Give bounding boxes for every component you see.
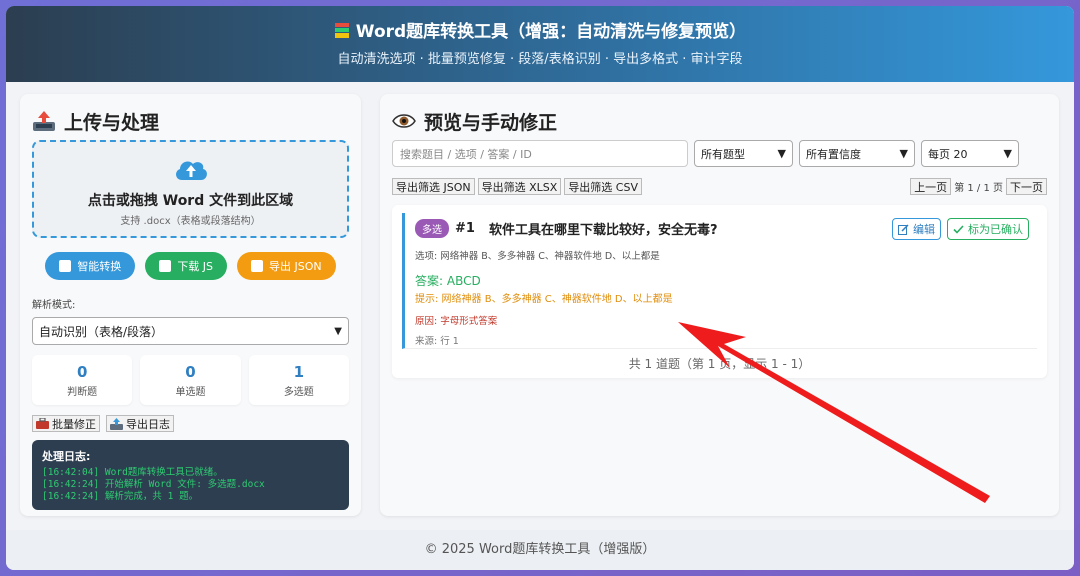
question-item: 多选 #1 软件工具在哪里下载比较好，安全无毒? 编辑 标为已确认 选项: 网络… bbox=[402, 213, 1037, 349]
chevron-down-icon: ▼ bbox=[1003, 147, 1012, 160]
books-icon bbox=[334, 23, 349, 38]
log-line: [16:42:04] Word题库转换工具已就绪。 bbox=[42, 467, 223, 478]
export-json-button[interactable]: 导出 JSON bbox=[237, 252, 336, 280]
question-type-badge: 多选 bbox=[415, 219, 449, 238]
question-options: 选项: 网络神器 B、多多神器 C、神器软件地 D、以上都是 bbox=[415, 251, 660, 262]
question-list: 多选 #1 软件工具在哪里下载比较好，安全无毒? 编辑 标为已确认 选项: 网络… bbox=[392, 205, 1047, 378]
dropzone-hint: 支持 .docx（表格或段落结构） bbox=[120, 216, 261, 227]
toolbox-icon bbox=[36, 418, 49, 429]
question-source: 来源: 行 1 bbox=[415, 336, 459, 347]
pager: 上一页 第 1 / 1 页 下一页 bbox=[910, 178, 1047, 195]
app-title: Word题库转换工具（增强：自动清洗与修复预览） bbox=[6, 20, 1074, 44]
preview-panel: 预览与手动修正 搜索题目 / 选项 / 答案 / ID 所有题型 ▼ 所有置信度 ▼… bbox=[380, 94, 1059, 516]
mark-confirmed-label: 标为已确认 bbox=[968, 223, 1023, 236]
batch-fix-button[interactable]: 批量修正 bbox=[32, 415, 100, 432]
question-reason: 原因: 字母形式答案 bbox=[415, 316, 498, 327]
search-input[interactable]: 搜索题目 / 选项 / 答案 / ID bbox=[392, 140, 688, 167]
smart-convert-button[interactable]: 智能转换 bbox=[45, 252, 136, 280]
next-page-button[interactable]: 下一页 bbox=[1006, 178, 1047, 195]
export-xlsx-filtered-button[interactable]: 导出筛选 XLSX bbox=[477, 178, 562, 195]
stat-value: 0 bbox=[185, 363, 196, 381]
upload-panel-title: 上传与处理 bbox=[32, 106, 349, 136]
confidence-filter-value: 所有置信度 bbox=[806, 147, 861, 161]
type-filter-value: 所有题型 bbox=[701, 147, 745, 161]
app-title-text: Word题库转换工具（增强：自动清洗与修复预览） bbox=[355, 22, 747, 42]
stat-label: 多选题 bbox=[283, 387, 314, 398]
stats-row: 0 判断题 0 单选题 1 多选题 bbox=[32, 355, 349, 405]
question-total: 共 1 道题（第 1 页，显示 1 - 1） bbox=[628, 357, 811, 371]
chevron-down-icon: ▼ bbox=[777, 147, 786, 160]
app-subtitle: 自动清洗选项 · 批量预览修复 · 段落/表格识别 · 导出多格式 · 审计字段 bbox=[337, 52, 743, 67]
parse-mode-select[interactable]: 自动识别（表格/段落） ▼ bbox=[32, 317, 349, 345]
upload-panel: 上传与处理 点击或拖拽 Word 文件到此区域 支持 .docx（表格或段落结构… bbox=[20, 94, 361, 516]
preview-panel-title: 预览与手动修正 bbox=[392, 106, 1047, 136]
page-info: 第 1 / 1 页 bbox=[954, 183, 1003, 194]
per-page-value: 每页 20 bbox=[928, 147, 968, 161]
preview-title-text: 预览与手动修正 bbox=[424, 111, 558, 134]
process-log: 处理日志: [16:42:04] Word题库转换工具已就绪。 [16:42:2… bbox=[32, 440, 349, 510]
export-json-filtered-button[interactable]: 导出筛选 JSON bbox=[392, 178, 475, 195]
prev-page-button[interactable]: 上一页 bbox=[910, 178, 952, 195]
refresh-icon bbox=[59, 260, 72, 272]
save-icon bbox=[159, 260, 172, 272]
per-page-select[interactable]: 每页 20 ▼ bbox=[921, 140, 1019, 167]
footer: © 2025 Word题库转换工具（增强版） bbox=[6, 530, 1074, 570]
question-answer: 答案: ABCD bbox=[415, 274, 481, 288]
check-icon bbox=[953, 224, 964, 234]
question-tip: 提示: 网络神器 B、多多神器 C、神器软件地 D、以上都是 bbox=[415, 294, 673, 305]
app-header: Word题库转换工具（增强：自动清洗与修复预览） 自动清洗选项 · 批量预览修复… bbox=[6, 6, 1074, 82]
tool-buttons: 批量修正 导出日志 bbox=[32, 415, 349, 432]
action-buttons: 智能转换 下载 JS 导出 JSON bbox=[32, 252, 349, 280]
edit-button[interactable]: 编辑 bbox=[892, 218, 941, 240]
question-actions: 编辑 标为已确认 bbox=[892, 218, 1029, 240]
filter-toolbar: 搜索题目 / 选项 / 答案 / ID 所有题型 ▼ 所有置信度 ▼ 每页 20 ▼ bbox=[392, 140, 1047, 167]
download-js-label: 下载 JS bbox=[177, 260, 214, 273]
stat-label: 判断题 bbox=[67, 387, 98, 398]
eye-icon bbox=[392, 114, 416, 128]
batch-fix-label: 批量修正 bbox=[52, 417, 96, 431]
stat-value: 0 bbox=[76, 363, 88, 381]
export-json-label: 导出 JSON bbox=[269, 260, 322, 273]
stat-single-choice: 0 单选题 bbox=[140, 355, 241, 405]
app-frame: Word题库转换工具（增强：自动清洗与修复预览） 自动清洗选项 · 批量预览修复… bbox=[6, 6, 1074, 570]
log-title: 处理日志: bbox=[42, 450, 91, 463]
edit-icon bbox=[898, 223, 909, 235]
parse-mode-label: 解析模式: bbox=[32, 300, 76, 311]
type-filter-select[interactable]: 所有题型 ▼ bbox=[694, 140, 793, 167]
download-js-button[interactable]: 下载 JS bbox=[145, 252, 228, 280]
parse-mode-value: 自动识别（表格/段落） bbox=[39, 324, 164, 339]
export-buttons: 导出筛选 JSON 导出筛选 XLSX 导出筛选 CSV bbox=[392, 178, 642, 195]
upload-title-text: 上传与处理 bbox=[64, 111, 160, 134]
export-log-button[interactable]: 导出日志 bbox=[106, 415, 174, 432]
export-csv-filtered-button[interactable]: 导出筛选 CSV bbox=[564, 178, 642, 195]
question-number: #1 bbox=[455, 221, 475, 236]
export-pager-row: 导出筛选 JSON 导出筛选 XLSX 导出筛选 CSV 上一页 第 1 / 1… bbox=[392, 178, 1047, 195]
stat-multi-choice: 1 多选题 bbox=[248, 355, 349, 405]
upload-tray-icon bbox=[33, 111, 55, 131]
document-icon bbox=[251, 260, 264, 272]
chevron-down-icon: ▼ bbox=[899, 147, 908, 160]
smart-convert-label: 智能转换 bbox=[77, 260, 122, 273]
cloud-upload-icon bbox=[175, 161, 207, 180]
stat-true-false: 0 判断题 bbox=[32, 355, 133, 405]
chevron-down-icon: ▼ bbox=[334, 325, 342, 337]
file-dropzone[interactable]: 点击或拖拽 Word 文件到此区域 支持 .docx（表格或段落结构） bbox=[32, 140, 349, 238]
log-line: [16:42:24] 开始解析 Word 文件: 多选题.docx bbox=[42, 479, 265, 490]
stat-label: 单选题 bbox=[175, 387, 206, 398]
export-log-label: 导出日志 bbox=[126, 417, 170, 431]
question-text: 软件工具在哪里下载比较好，安全无毒? bbox=[488, 223, 718, 238]
mark-confirmed-button[interactable]: 标为已确认 bbox=[947, 218, 1029, 240]
log-line: [16:42:24] 解析完成，共 1 题。 bbox=[42, 491, 199, 502]
outbox-icon bbox=[110, 417, 123, 430]
stat-value: 1 bbox=[293, 363, 305, 381]
edit-label: 编辑 bbox=[913, 223, 935, 236]
confidence-filter-select[interactable]: 所有置信度 ▼ bbox=[799, 140, 915, 167]
dropzone-label: 点击或拖拽 Word 文件到此区域 bbox=[87, 193, 294, 209]
